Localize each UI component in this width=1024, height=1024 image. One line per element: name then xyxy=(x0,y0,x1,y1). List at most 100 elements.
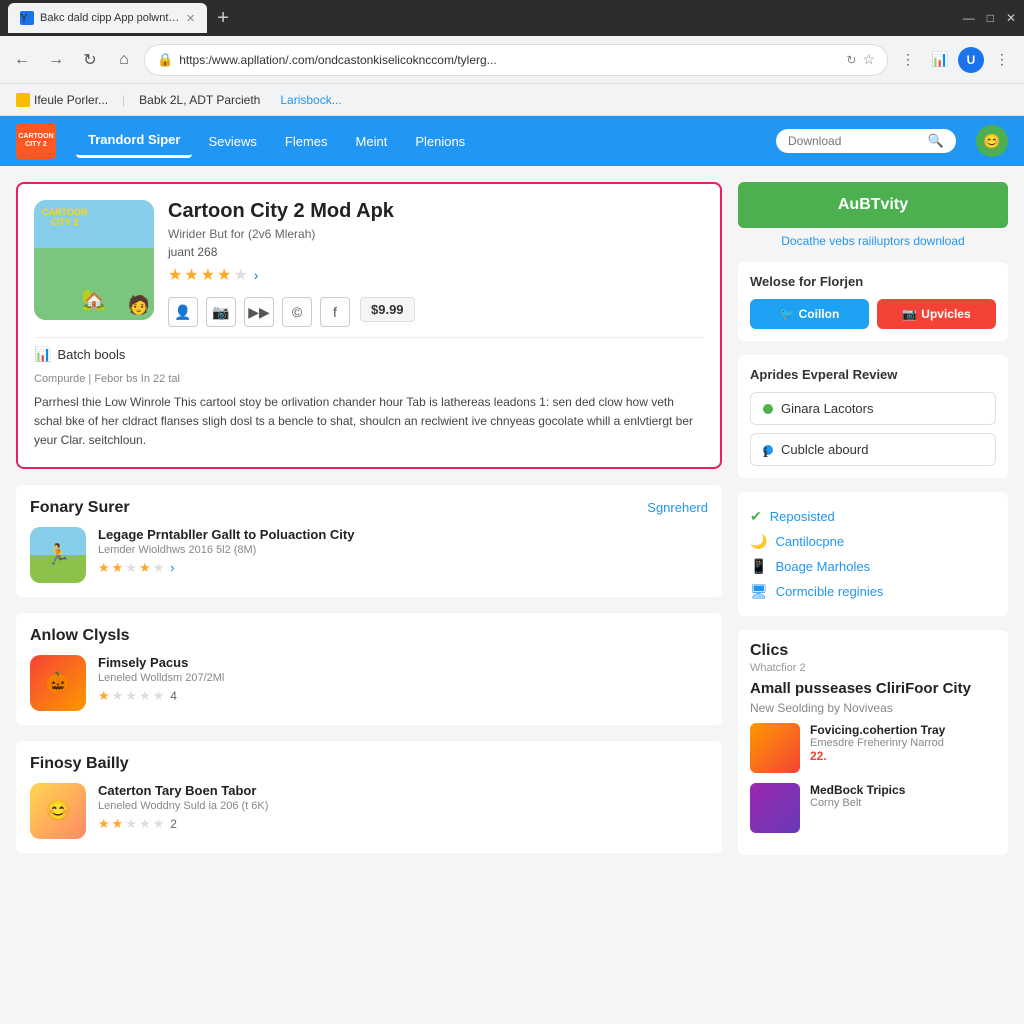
rs2-4: ★ xyxy=(139,688,151,704)
nav-item-plenions[interactable]: Plenions xyxy=(403,126,477,157)
toolbar-icons: ⋮ 📊 U ⋮ xyxy=(894,46,1016,74)
check-label-1: Reposisted xyxy=(770,509,835,524)
download-button[interactable]: AuBTvity xyxy=(738,182,1008,228)
bookmark-label-1: Ifeule Porler... xyxy=(34,93,108,107)
related-info-1: Legage Prntabller Gallt to Poluaction Ci… xyxy=(98,527,708,576)
browser-toolbar: ← → ↻ ⌂ 🔒 https:/www.apllation/.com/ondc… xyxy=(0,36,1024,84)
facebook-action-icon[interactable]: f xyxy=(320,297,350,327)
app-icon: CARTOONCITY 2 🏡 🧑 xyxy=(34,200,154,320)
site-user-avatar[interactable]: 😊 xyxy=(976,125,1008,157)
bookmark-label-3: Larisbock... xyxy=(280,93,341,107)
bookmark-favicon-1 xyxy=(16,93,30,107)
site-search[interactable]: 🔍 xyxy=(776,129,956,153)
check-icon-1: ✔ xyxy=(750,508,762,525)
monitor-icon-4: 🖥 xyxy=(750,583,768,600)
section-2-header: Anlow Clysls xyxy=(30,627,708,645)
nav-item-seviews[interactable]: Seviews xyxy=(196,126,268,157)
review-btn-2[interactable]: ℹ Cublcle abourd xyxy=(750,433,996,466)
extensions-button[interactable]: ⋮ xyxy=(894,46,922,74)
related-sub-3: Leneled Woddny Suld ia 206 (t 6K) xyxy=(98,800,708,812)
app-description: Parrhesl thie Low Winrole This cartool s… xyxy=(34,393,704,451)
clics-item-num-1: 22. xyxy=(810,749,996,763)
clics-info-2: MedBock Tripics Corny Belt xyxy=(810,783,996,809)
section-3-app: 😊 Caterton Tary Boen Tabor Leneled Woddn… xyxy=(30,783,708,839)
related-app-icon-2: 🎃 xyxy=(30,655,86,711)
upload-button[interactable]: 📷 Upvicles xyxy=(877,299,996,329)
profile-avatar[interactable]: U xyxy=(958,47,984,73)
rating-arrow[interactable]: › xyxy=(254,267,259,283)
bookmark-item-1[interactable]: Ifeule Porler... xyxy=(8,89,116,111)
rs1-arrow[interactable]: › xyxy=(170,560,174,575)
sidebar-download-section: AuBTvity Docathe vebs raiiluptors downlo… xyxy=(738,182,1008,248)
related-info-3: Caterton Tary Boen Tabor Leneled Woddny … xyxy=(98,783,708,832)
minimize-button[interactable]: — xyxy=(963,11,975,25)
forward-button[interactable]: → xyxy=(42,46,70,74)
section-1-link[interactable]: Sgnreherd xyxy=(647,500,708,515)
menu-button[interactable]: ⋮ xyxy=(988,46,1016,74)
chart-icon-button[interactable]: 📊 xyxy=(926,46,954,74)
camera-action-icon[interactable]: 📷 xyxy=(206,297,236,327)
reload-button[interactable]: ↻ xyxy=(76,46,104,74)
clics-thumb-1 xyxy=(750,723,800,773)
home-button[interactable]: ⌂ xyxy=(110,46,138,74)
back-button[interactable]: ← xyxy=(8,46,36,74)
clics-item-1: Fovicing.cohertion Tray Emesdre Freherin… xyxy=(750,723,996,773)
bookmark-label-2: Babk 2L, ADT Parcieth xyxy=(139,93,260,107)
twitter-icon: 🐦 xyxy=(780,307,795,321)
site-header: CARTOONCITY 2 Trandord Siper Seviews Fle… xyxy=(0,116,1024,166)
play-action-icon[interactable]: ▶▶ xyxy=(244,297,274,327)
review-dot-green-1 xyxy=(763,404,773,414)
close-button[interactable]: ✕ xyxy=(1006,11,1016,25)
user-action-icon[interactable]: 👤 xyxy=(168,297,198,327)
nav-item-flemes[interactable]: Flemes xyxy=(273,126,340,157)
clics-item-sub-1: Emesdre Freherinry Narrod xyxy=(810,737,996,749)
section-1-app: 🏃 Legage Prntabller Gallt to Poluaction … xyxy=(30,527,708,583)
star-2: ★ xyxy=(184,265,198,285)
twitter-button[interactable]: 🐦 Coillon xyxy=(750,299,869,329)
tab-close-button[interactable]: ✕ xyxy=(186,12,195,25)
nav-item-meint[interactable]: Meint xyxy=(344,126,400,157)
new-tab-button[interactable]: + xyxy=(211,7,235,30)
bookmark-item-3[interactable]: Larisbock... xyxy=(272,89,349,111)
moon-icon-2: 🌙 xyxy=(750,533,767,550)
tools-label: Batch bools xyxy=(57,347,125,362)
maximize-button[interactable]: □ xyxy=(987,11,994,25)
social-buttons: 🐦 Coillon 📷 Upvicles xyxy=(750,299,996,329)
search-input[interactable] xyxy=(788,134,922,148)
main-column: CARTOONCITY 2 🏡 🧑 Cartoon City 2 Mod Apk… xyxy=(16,182,722,1008)
bookmark-item-2[interactable]: Babk 2L, ADT Parcieth xyxy=(131,89,268,111)
download-link[interactable]: Docathe vebs raiiluptors download xyxy=(738,234,1008,248)
rs3-1: ★ xyxy=(98,816,110,832)
sidebar-welcome-title: Welose for Florjen xyxy=(750,274,996,289)
clics-item-2: MedBock Tripics Corny Belt xyxy=(750,783,996,833)
site-nav: Trandord Siper Seviews Flemes Meint Plen… xyxy=(76,124,756,158)
related-stars-1: ★ ★ ★ ★ ★ › xyxy=(98,560,708,576)
active-tab[interactable]: Y Bakc dald cipp App polwntoak. ✕ xyxy=(8,3,207,33)
app-price: $9.99 xyxy=(360,297,415,322)
rs2-1: ★ xyxy=(98,688,110,704)
rs3-2: ★ xyxy=(112,816,124,832)
reload-icon: ↻ xyxy=(846,53,856,67)
review-dot-blue-2: ℹ xyxy=(763,445,773,455)
section-2-title: Anlow Clysls xyxy=(30,627,130,645)
check-label-3: Boage Marholes xyxy=(775,559,870,574)
clics-info-1: Fovicing.cohertion Tray Emesdre Freherin… xyxy=(810,723,996,763)
nav-item-trandord[interactable]: Trandord Siper xyxy=(76,124,192,158)
page-content: CARTOONCITY 2 🏡 🧑 Cartoon City 2 Mod Apk… xyxy=(0,166,1024,1024)
clics-item-title-2: MedBock Tripics xyxy=(810,783,996,797)
review-btn-1[interactable]: Ginara Lacotors xyxy=(750,392,996,425)
app-stars: ★ ★ ★ ★ ★ › xyxy=(168,265,704,285)
address-bar[interactable]: 🔒 https:/www.apllation/.com/ondcastonkis… xyxy=(144,44,888,76)
clics-item-title-1: Fovicing.cohertion Tray xyxy=(810,723,996,737)
rs1-3: ★ xyxy=(125,560,137,576)
app-info: Cartoon City 2 Mod Apk Wirider But for (… xyxy=(168,200,704,327)
rs3-5: ★ xyxy=(153,816,165,832)
copyright-action-icon[interactable]: © xyxy=(282,297,312,327)
clics-title: Amall pusseases CliriFoor City xyxy=(750,680,996,697)
check-item-2: 🌙 Cantilocpne xyxy=(750,529,996,554)
rs1-1: ★ xyxy=(98,560,110,576)
app-card-top: CARTOONCITY 2 🏡 🧑 Cartoon City 2 Mod Apk… xyxy=(34,200,704,327)
tools-icon: 📊 xyxy=(34,346,51,363)
star-icon[interactable]: ☆ xyxy=(862,51,875,68)
section-3-title: Finosy Bailly xyxy=(30,755,129,773)
